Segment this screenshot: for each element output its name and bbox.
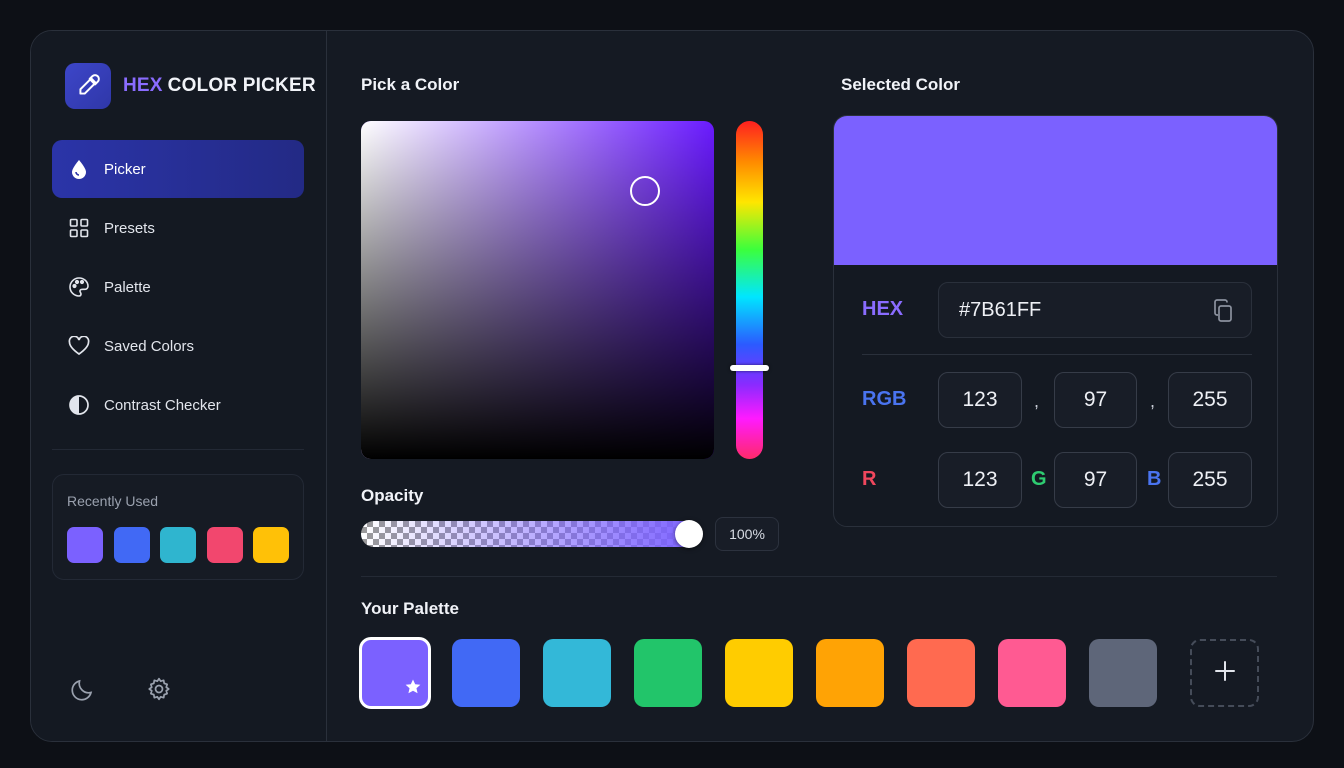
palette-swatch[interactable]: [816, 639, 884, 707]
sidebar-item-palette[interactable]: Palette: [52, 258, 304, 316]
comma-separator: ,: [1034, 391, 1040, 411]
recent-color-swatch[interactable]: [253, 527, 289, 563]
sidebar-item-label: Palette: [104, 278, 151, 296]
copy-icon[interactable]: [1211, 298, 1235, 324]
sidebar-nav: Picker Presets Palette Saved Colors Cont…: [52, 140, 304, 435]
recent-color-swatch[interactable]: [160, 527, 196, 563]
hex-label: HEX: [862, 298, 904, 320]
recent-color-swatch[interactable]: [206, 527, 243, 563]
plus-icon: [1214, 660, 1236, 687]
selected-color-title: Selected Color: [841, 75, 961, 94]
palette-swatch[interactable]: [1089, 639, 1157, 707]
g-channel-input[interactable]: 97: [1054, 452, 1137, 508]
sidebar-footer: [69, 675, 221, 703]
palette-swatch[interactable]: [543, 639, 611, 707]
color-cursor[interactable]: [630, 176, 660, 206]
droplet-icon: [68, 158, 90, 180]
opacity-slider[interactable]: [361, 521, 701, 547]
palette-swatches: [359, 637, 1180, 709]
sidebar-item-presets[interactable]: Presets: [52, 199, 304, 257]
gear-icon[interactable]: [145, 675, 173, 703]
r-channel-label: R: [862, 468, 877, 490]
recent-color-swatch[interactable]: [67, 527, 103, 563]
b-channel-label: B: [1147, 468, 1162, 490]
b-channel-input[interactable]: 255: [1168, 452, 1252, 508]
sidebar-item-contrast-checker[interactable]: Contrast Checker: [52, 376, 304, 434]
hue-slider[interactable]: [736, 121, 763, 459]
sidebar-item-saved-colors[interactable]: Saved Colors: [52, 317, 304, 375]
rgb-label: RGB: [862, 388, 907, 410]
add-color-button[interactable]: [1190, 639, 1259, 707]
comma-separator: ,: [1150, 391, 1156, 411]
grid-icon: [68, 217, 90, 239]
eyedropper-icon: [65, 63, 111, 109]
hex-input[interactable]: #7B61FF: [938, 282, 1252, 338]
app-title-rest: COLOR PICKER: [167, 75, 316, 96]
hue-slider-handle[interactable]: [730, 365, 769, 371]
selected-color-card: HEX #7B61FF RGB 123 , 97 , 255 R 123 G 9…: [833, 115, 1278, 527]
pick-color-title: Pick a Color: [361, 75, 460, 94]
heart-icon: [68, 335, 90, 357]
selected-color-preview: [834, 116, 1277, 265]
logo: HEX COLOR PICKER: [65, 63, 316, 109]
g-channel-label: G: [1031, 468, 1047, 490]
palette-swatch[interactable]: [907, 639, 975, 707]
contrast-icon: [68, 394, 90, 416]
sidebar: HEX COLOR PICKER Picker Presets Palette …: [31, 31, 327, 741]
palette-swatch[interactable]: [725, 639, 793, 707]
sidebar-item-label: Contrast Checker: [104, 396, 221, 414]
sidebar-divider: [52, 449, 304, 450]
rgb-b-input[interactable]: 255: [1168, 372, 1252, 428]
palette-swatch[interactable]: [452, 639, 520, 707]
palette-icon: [68, 276, 90, 298]
app-title: HEX COLOR PICKER: [123, 75, 316, 97]
star-icon: [404, 678, 422, 701]
recently-used-panel: Recently Used: [52, 474, 304, 580]
sidebar-item-label: Saved Colors: [104, 337, 195, 355]
recently-used-swatches: [67, 527, 300, 563]
sidebar-item-label: Picker: [104, 160, 146, 178]
app-window: HEX COLOR PICKER Picker Presets Palette …: [30, 30, 1314, 742]
opacity-label: Opacity: [361, 486, 424, 505]
palette-swatch[interactable]: [359, 637, 431, 709]
rgb-g-input[interactable]: 97: [1054, 372, 1137, 428]
sidebar-item-label: Presets: [104, 219, 155, 237]
section-divider: [361, 576, 1277, 577]
palette-swatch[interactable]: [634, 639, 702, 707]
sidebar-item-picker[interactable]: Picker: [52, 140, 304, 198]
palette-swatch[interactable]: [998, 639, 1066, 707]
recent-color-swatch[interactable]: [113, 527, 150, 563]
hex-value: #7B61FF: [959, 299, 1042, 321]
r-channel-input[interactable]: 123: [938, 452, 1022, 508]
recently-used-title: Recently Used: [67, 493, 159, 509]
rgb-r-input[interactable]: 123: [938, 372, 1022, 428]
moon-icon[interactable]: [69, 675, 97, 703]
opacity-value-field[interactable]: 100%: [715, 517, 779, 551]
saturation-value-area[interactable]: [361, 121, 714, 459]
your-palette-title: Your Palette: [361, 599, 459, 618]
app-title-hex: HEX: [123, 75, 163, 96]
card-divider: [862, 354, 1252, 355]
opacity-slider-handle[interactable]: [675, 520, 703, 548]
